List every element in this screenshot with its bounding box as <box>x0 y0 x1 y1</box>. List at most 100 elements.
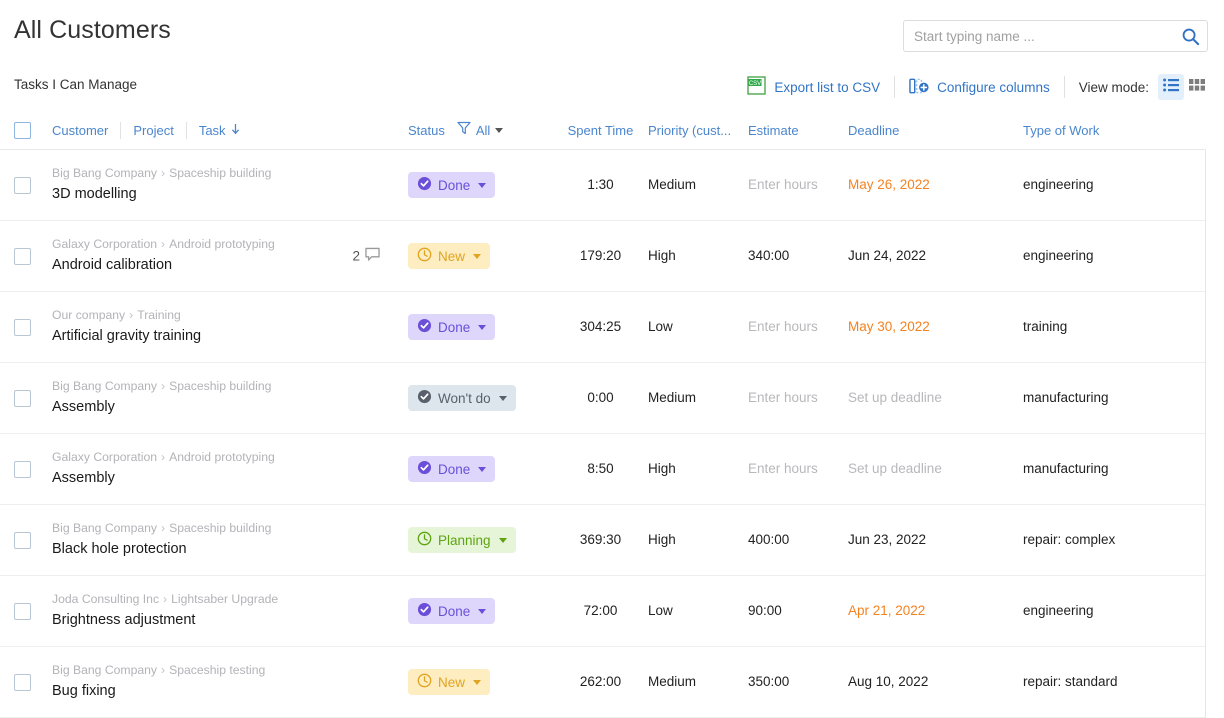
status-badge[interactable]: Done <box>408 598 495 624</box>
sort-descending-arrow-icon[interactable] <box>230 122 241 140</box>
status-badge[interactable]: New <box>408 669 490 695</box>
estimate-cell[interactable]: 90:00 <box>748 602 848 620</box>
configure-columns-button[interactable]: Configure columns <box>895 74 1064 100</box>
type-of-work-cell[interactable]: training <box>1023 318 1193 336</box>
task-cell[interactable]: Big Bang Company›Spaceship building3D mo… <box>52 167 408 203</box>
table-row[interactable]: Our company›TrainingArtificial gravity t… <box>0 292 1206 363</box>
task-name[interactable]: Assembly <box>52 400 408 416</box>
table-row[interactable]: Galaxy Corporation›Android prototypingAs… <box>0 434 1206 505</box>
table-row[interactable]: Galaxy Corporation›Android prototypingAn… <box>0 221 1206 292</box>
type-of-work-cell[interactable]: repair: standard <box>1023 673 1193 691</box>
type-of-work-cell[interactable]: engineering <box>1023 602 1193 620</box>
priority-cell[interactable]: High <box>648 460 748 478</box>
task-cell[interactable]: Joda Consulting Inc›Lightsaber UpgradeBr… <box>52 593 408 629</box>
priority-cell[interactable]: High <box>648 247 748 265</box>
breadcrumb-project: Training <box>137 308 181 322</box>
table-row[interactable]: Big Bang Company›Spaceship buildingAssem… <box>0 363 1206 434</box>
type-of-work-cell[interactable]: engineering <box>1023 247 1193 265</box>
status-badge[interactable]: Done <box>408 172 495 198</box>
table-row[interactable]: Big Bang Company›Spaceship buildingBlack… <box>0 505 1206 576</box>
status-badge[interactable]: Done <box>408 314 495 340</box>
estimate-cell[interactable]: Enter hours <box>748 176 848 194</box>
row-checkbox[interactable] <box>14 390 31 407</box>
estimate-cell[interactable]: Enter hours <box>748 318 848 336</box>
row-checkbox[interactable] <box>14 319 31 336</box>
type-of-work-cell[interactable]: manufacturing <box>1023 460 1193 478</box>
estimate-cell[interactable]: Enter hours <box>748 389 848 407</box>
status-badge[interactable]: Planning <box>408 527 516 553</box>
task-cell[interactable]: Big Bang Company›Spaceship buildingAssem… <box>52 380 408 416</box>
estimate-cell[interactable]: 400:00 <box>748 531 848 549</box>
status-label: New <box>438 249 465 264</box>
type-of-work-column-header: Type of Work <box>1023 122 1193 140</box>
search-icon[interactable] <box>1173 21 1207 51</box>
funnel-filter-icon[interactable] <box>457 121 471 140</box>
deadline-cell[interactable]: Set up deadline <box>848 389 1023 407</box>
task-name[interactable]: Black hole protection <box>52 542 408 558</box>
deadline-cell[interactable]: Jun 24, 2022 <box>848 247 1023 265</box>
status-filter-value[interactable]: All <box>476 123 495 138</box>
deadline-cell[interactable]: May 30, 2022 <box>848 318 1023 336</box>
deadline-cell[interactable]: Jun 23, 2022 <box>848 531 1023 549</box>
row-checkbox[interactable] <box>14 248 31 265</box>
column-header-deadline[interactable]: Deadline <box>848 123 899 138</box>
column-header-customer[interactable]: Customer <box>52 123 120 138</box>
deadline-cell[interactable]: Aug 10, 2022 <box>848 673 1023 691</box>
task-cell[interactable]: Big Bang Company›Spaceship buildingBlack… <box>52 522 408 558</box>
priority-cell[interactable]: Medium <box>648 176 748 194</box>
status-badge[interactable]: New <box>408 243 490 269</box>
status-badge[interactable]: Won't do <box>408 385 516 411</box>
task-cell[interactable]: Big Bang Company›Spaceship testingBug fi… <box>52 664 408 700</box>
column-header-type-of-work[interactable]: Type of Work <box>1023 123 1099 138</box>
column-header-estimate[interactable]: Estimate <box>748 123 799 138</box>
task-cell[interactable]: Galaxy Corporation›Android prototypingAn… <box>52 238 408 274</box>
view-mode-grid-button[interactable] <box>1184 74 1210 100</box>
priority-cell[interactable]: Medium <box>648 673 748 691</box>
task-cell[interactable]: Our company›TrainingArtificial gravity t… <box>52 309 408 345</box>
task-name[interactable]: Bug fixing <box>52 684 408 700</box>
filter-caret-icon[interactable] <box>495 128 503 133</box>
deadline-cell[interactable]: Set up deadline <box>848 460 1023 478</box>
priority-cell[interactable]: Low <box>648 318 748 336</box>
row-checkbox[interactable] <box>14 603 31 620</box>
search-box[interactable] <box>903 20 1208 52</box>
row-checkbox[interactable] <box>14 461 31 478</box>
row-checkbox[interactable] <box>14 177 31 194</box>
row-checkbox[interactable] <box>14 674 31 691</box>
task-name[interactable]: Artificial gravity training <box>52 329 408 345</box>
task-name[interactable]: Assembly <box>52 471 408 487</box>
deadline-cell[interactable]: May 26, 2022 <box>848 176 1023 194</box>
vertical-scrollbar[interactable] <box>1213 112 1224 718</box>
column-header-spent-time[interactable]: Spent Time <box>568 123 634 138</box>
row-checkbox[interactable] <box>14 532 31 549</box>
select-all-checkbox[interactable] <box>14 122 31 139</box>
table-row[interactable]: Big Bang Company›Spaceship building3D mo… <box>0 150 1206 221</box>
configure-columns-label: Configure columns <box>937 80 1050 95</box>
type-of-work-cell[interactable]: engineering <box>1023 176 1193 194</box>
estimate-cell[interactable]: 340:00 <box>748 247 848 265</box>
type-of-work-cell[interactable]: manufacturing <box>1023 389 1193 407</box>
table-row[interactable]: Joda Consulting Inc›Lightsaber UpgradeBr… <box>0 576 1206 647</box>
task-name[interactable]: Brightness adjustment <box>52 613 408 629</box>
priority-cell[interactable]: Low <box>648 602 748 620</box>
priority-cell[interactable]: High <box>648 531 748 549</box>
comment-count[interactable]: 2 <box>352 247 380 264</box>
view-mode-list-button[interactable] <box>1158 74 1184 100</box>
status-badge[interactable]: Done <box>408 456 495 482</box>
estimate-cell[interactable]: 350:00 <box>748 673 848 691</box>
type-of-work-cell[interactable]: repair: complex <box>1023 531 1193 549</box>
export-csv-button[interactable]: CSV Export list to CSV <box>733 74 894 100</box>
task-cell[interactable]: Galaxy Corporation›Android prototypingAs… <box>52 451 408 487</box>
estimate-cell[interactable]: Enter hours <box>748 460 848 478</box>
column-header-status[interactable]: Status <box>408 123 457 138</box>
estimate-value: 90:00 <box>748 603 782 618</box>
deadline-cell[interactable]: Apr 21, 2022 <box>848 602 1023 620</box>
estimate-value: Enter hours <box>748 319 818 334</box>
search-input[interactable] <box>904 21 1173 51</box>
table-row[interactable]: Big Bang Company›Spaceship testingBug fi… <box>0 647 1206 718</box>
column-header-priority[interactable]: Priority (cust... <box>648 123 731 138</box>
priority-cell[interactable]: Medium <box>648 389 748 407</box>
spent-time-cell: 304:25 <box>553 318 648 336</box>
column-header-project[interactable]: Project <box>133 123 185 138</box>
task-name[interactable]: 3D modelling <box>52 187 408 203</box>
